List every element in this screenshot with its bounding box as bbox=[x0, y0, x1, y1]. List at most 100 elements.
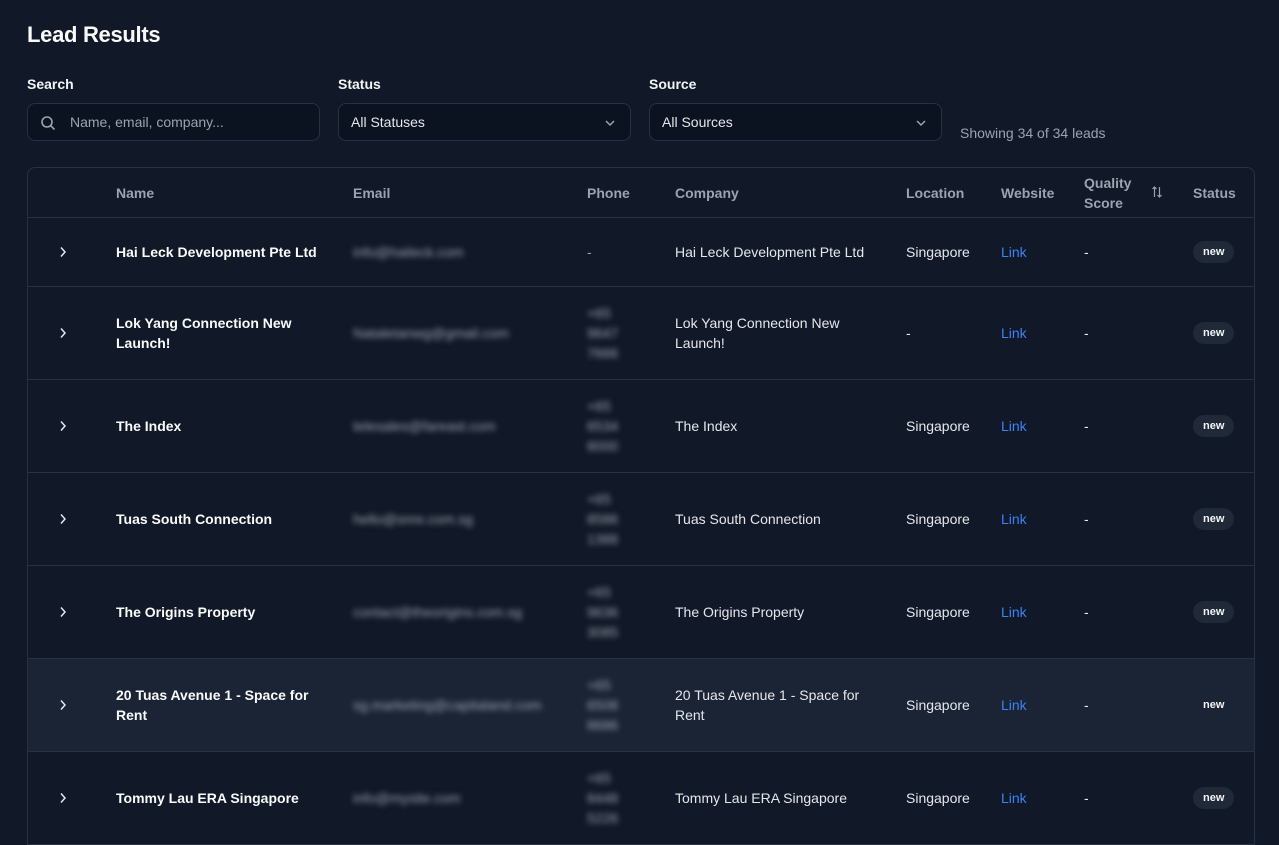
lead-location: - bbox=[906, 325, 911, 341]
search-icon bbox=[41, 116, 56, 131]
lead-company: The Index bbox=[675, 418, 738, 434]
lead-location: Singapore bbox=[906, 244, 970, 260]
search-input[interactable] bbox=[68, 113, 302, 131]
lead-phone: - bbox=[587, 244, 592, 260]
status-badge: new bbox=[1193, 787, 1235, 809]
lead-name: Tuas South Connection bbox=[116, 511, 273, 527]
lead-quality-score: - bbox=[1084, 604, 1089, 620]
lead-name: Tommy Lau ERA Singapore bbox=[116, 790, 299, 806]
lead-website-link[interactable]: Link bbox=[1001, 380, 1027, 472]
chevron-right-icon[interactable] bbox=[58, 606, 68, 618]
search-field[interactable] bbox=[27, 103, 320, 141]
status-badge: new bbox=[1193, 694, 1235, 716]
header-website[interactable]: Website bbox=[1001, 168, 1054, 217]
lead-phone: +65 6534 8000 bbox=[587, 398, 619, 454]
header-phone[interactable]: Phone bbox=[587, 168, 630, 217]
sort-icon[interactable] bbox=[1151, 185, 1163, 199]
header-location[interactable]: Location bbox=[906, 168, 964, 217]
lead-phone: +65 6508 8686 bbox=[587, 677, 619, 733]
table-row[interactable]: The Origins Property contact@theorigins.… bbox=[28, 566, 1254, 659]
header-company[interactable]: Company bbox=[675, 168, 739, 217]
lead-location: Singapore bbox=[906, 604, 970, 620]
lead-quality-score: - bbox=[1084, 325, 1089, 341]
lead-name: The Origins Property bbox=[116, 604, 256, 620]
results-count: Showing 34 of 34 leads bbox=[960, 125, 1106, 141]
status-label: Status bbox=[338, 76, 381, 92]
lead-company: The Origins Property bbox=[675, 604, 805, 620]
status-select-value: All Statuses bbox=[351, 114, 425, 130]
header-quality-score[interactable]: Quality Score bbox=[1084, 168, 1131, 217]
status-badge: new bbox=[1193, 601, 1235, 623]
table-row[interactable]: 20 Tuas Avenue 1 - Space for Rent sg.mar… bbox=[28, 659, 1254, 752]
search-label: Search bbox=[27, 76, 74, 92]
chevron-right-icon[interactable] bbox=[58, 792, 68, 804]
chevron-right-icon[interactable] bbox=[58, 327, 68, 339]
source-filter: Source All Sources bbox=[649, 76, 942, 141]
lead-company: Hai Leck Development Pte Ltd bbox=[675, 244, 865, 260]
lead-quality-score: - bbox=[1084, 511, 1089, 527]
lead-location: Singapore bbox=[906, 790, 970, 806]
header-email[interactable]: Email bbox=[353, 168, 390, 217]
lead-location: Singapore bbox=[906, 697, 970, 713]
lead-name: Lok Yang Connection New Launch! bbox=[116, 315, 292, 351]
source-select[interactable]: All Sources bbox=[649, 103, 942, 141]
lead-email: telesales@fareast.com bbox=[353, 418, 496, 434]
lead-email: contact@theorigins.com.sg bbox=[353, 604, 523, 620]
lead-phone: +65 8586 1388 bbox=[587, 491, 619, 547]
status-badge: new bbox=[1193, 415, 1235, 437]
table-body: Hai Leck Development Pte Ltd info@hailec… bbox=[28, 218, 1254, 845]
lead-website-link[interactable]: Link bbox=[1001, 218, 1027, 286]
status-filter: Status All Statuses bbox=[338, 76, 631, 141]
status-badge: new bbox=[1193, 508, 1235, 530]
header-name[interactable]: Name bbox=[116, 168, 154, 217]
lead-phone: +65 8448 5226 bbox=[587, 770, 619, 826]
lead-quality-score: - bbox=[1084, 244, 1089, 260]
page-title: Lead Results bbox=[27, 22, 161, 47]
source-label: Source bbox=[649, 76, 697, 92]
lead-location: Singapore bbox=[906, 511, 970, 527]
lead-quality-score: - bbox=[1084, 790, 1089, 806]
lead-quality-score: - bbox=[1084, 697, 1089, 713]
chevron-down-icon bbox=[916, 120, 926, 127]
search-filter: Search bbox=[27, 76, 320, 141]
lead-email: Nataletanwg@gmail.com bbox=[353, 325, 509, 341]
lead-name: Hai Leck Development Pte Ltd bbox=[116, 244, 317, 260]
header-quality-line2: Score bbox=[1084, 194, 1123, 211]
header-quality-line1: Quality bbox=[1084, 174, 1132, 191]
lead-website-link[interactable]: Link bbox=[1001, 752, 1027, 844]
chevron-right-icon[interactable] bbox=[58, 246, 68, 258]
status-select[interactable]: All Statuses bbox=[338, 103, 631, 141]
table-header: Name Email Phone Company Location Websit… bbox=[28, 168, 1254, 218]
header-status[interactable]: Status bbox=[1193, 168, 1236, 217]
chevron-right-icon[interactable] bbox=[58, 420, 68, 432]
lead-results-page: Lead Results Search Status All Statuses … bbox=[0, 0, 1279, 845]
lead-company: Lok Yang Connection New Launch! bbox=[675, 315, 840, 351]
lead-website-link[interactable]: Link bbox=[1001, 659, 1027, 751]
lead-email: sg.marketing@capitaland.com bbox=[353, 697, 542, 713]
chevron-right-icon[interactable] bbox=[58, 513, 68, 525]
lead-website-link[interactable]: Link bbox=[1001, 473, 1027, 565]
lead-company: 20 Tuas Avenue 1 - Space for Rent bbox=[675, 687, 860, 723]
lead-company: Tommy Lau ERA Singapore bbox=[675, 790, 847, 806]
lead-website-link[interactable]: Link bbox=[1001, 287, 1027, 379]
chevron-down-icon bbox=[605, 120, 615, 127]
lead-phone: +65 9636 3085 bbox=[587, 584, 619, 640]
leads-table: Name Email Phone Company Location Websit… bbox=[27, 167, 1255, 845]
lead-phone: +65 9647 7666 bbox=[587, 305, 619, 361]
lead-name: 20 Tuas Avenue 1 - Space for Rent bbox=[116, 687, 309, 723]
lead-email: hello@snre.com.sg bbox=[353, 511, 474, 527]
status-badge: new bbox=[1193, 322, 1235, 344]
table-row[interactable]: Tuas South Connection hello@snre.com.sg … bbox=[28, 473, 1254, 566]
table-row[interactable]: Tommy Lau ERA Singapore info@mysite.com … bbox=[28, 752, 1254, 845]
lead-website-link[interactable]: Link bbox=[1001, 566, 1027, 658]
table-row[interactable]: The Index telesales@fareast.com +65 6534… bbox=[28, 380, 1254, 473]
table-row[interactable]: Lok Yang Connection New Launch! Nataleta… bbox=[28, 287, 1254, 380]
chevron-right-icon[interactable] bbox=[58, 699, 68, 711]
lead-email: info@haileck.com bbox=[353, 244, 464, 260]
source-select-value: All Sources bbox=[662, 114, 733, 130]
lead-quality-score: - bbox=[1084, 418, 1089, 434]
lead-location: Singapore bbox=[906, 418, 970, 434]
lead-email: info@mysite.com bbox=[353, 790, 461, 806]
table-row[interactable]: Hai Leck Development Pte Ltd info@hailec… bbox=[28, 218, 1254, 287]
lead-name: The Index bbox=[116, 418, 182, 434]
